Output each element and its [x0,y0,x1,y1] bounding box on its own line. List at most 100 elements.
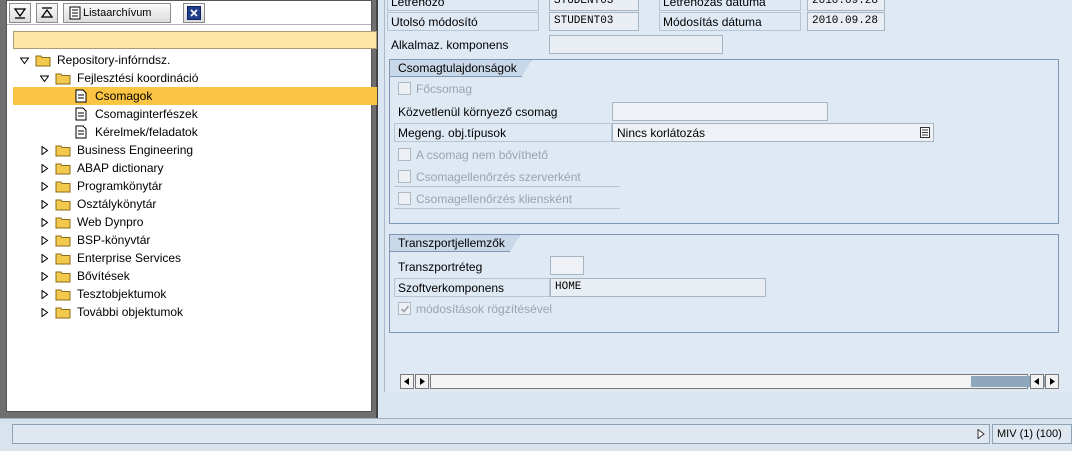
software-component-label: Szoftverkomponens [398,281,505,295]
expand-arrow-icon[interactable] [39,217,49,227]
folder-icon [55,217,71,228]
list-archive-icon [69,6,81,20]
tree-node-label: További objektumok [77,305,184,319]
tree-node-folder[interactable]: Tesztobjektumok [13,285,377,303]
play-arrow-icon[interactable] [977,429,985,439]
tree-node-folder[interactable]: Osztálykönytár [13,195,377,213]
tree-node-label: Repository-infórndsz. [57,53,171,67]
expand-arrow-icon[interactable] [39,271,49,281]
system-info-field[interactable]: MIV (1) (100) [992,424,1072,444]
expand-all-button[interactable] [9,3,31,23]
main-package-label: Főcsomag [416,82,473,96]
expand-arrow-icon[interactable] [39,289,49,299]
list-archive-label: Listaarchívum [83,7,152,19]
server-check-label: Csomagellenőrzés szerverként [416,170,581,184]
server-check-checkbox[interactable] [398,170,411,183]
client-check-checkbox[interactable] [398,192,411,205]
document-icon [75,125,87,139]
expand-icon [13,8,27,19]
changed-date-label: Módosítás dátuma [663,15,762,29]
tree-node-label: Programkönytár [77,179,163,193]
tree-node-label: Csomagok [95,89,153,103]
package-detail-panel: Létrehozó STUDENT03 Létrehozás dátuma 20… [384,0,1072,392]
not-extensible-label: A csomag nem bővíthető [416,148,549,162]
list-archive-button[interactable]: Listaarchívum [63,3,171,23]
horizontal-scrollbar[interactable] [400,374,1062,389]
surrounding-package-field[interactable] [612,102,828,121]
transport-properties-title: Transzportjellemzők [390,235,520,252]
tree-panel: Listaarchívum Repository-infórndsz. Fejl… [6,0,377,412]
document-icon [75,89,87,103]
expand-arrow-icon[interactable] [39,253,49,263]
creator-label: Létrehozó [391,0,445,9]
close-button[interactable] [183,3,205,23]
arrow-left-icon [404,378,409,385]
permitted-obj-types-dropdown[interactable]: Nincs korlátozás [612,123,934,142]
tree-node-package-interfaces[interactable]: Csomaginterfészek [13,105,377,123]
tree-node-folder[interactable]: Programkönytár [13,177,377,195]
tree-node-folder[interactable]: Bővítések [13,267,377,285]
expand-arrow-icon[interactable] [39,199,49,209]
tree-node-label: Fejlesztési koordináció [77,71,199,85]
close-icon [187,6,201,20]
created-date-label: Létrehozás dátuma [663,0,766,9]
expand-arrow-icon[interactable] [39,181,49,191]
value-help-icon[interactable] [920,127,930,138]
status-message-field [12,424,990,444]
status-bar: MIV (1) (100) [0,418,1072,451]
tree-node-root[interactable]: Repository-infórndsz. [13,51,377,69]
folder-icon [55,199,71,210]
tree-node-folder[interactable]: BSP-könyvtár [13,231,377,249]
tree-node-dev-coordination[interactable]: Fejlesztési koordináció [13,69,377,87]
scroll-track[interactable] [430,374,1056,389]
expand-arrow-icon[interactable] [39,163,49,173]
client-check-label: Csomagellenőrzés kliensként [416,192,573,206]
software-component-field[interactable]: HOME [550,278,766,297]
tree-node-label: Csomaginterfészek [95,107,198,121]
record-changes-checkbox[interactable] [398,302,411,315]
changed-date-field: 2010.09.28 [807,12,885,31]
record-changes-label: módosítások rögzítésével [416,302,553,316]
collapse-all-button[interactable] [36,3,58,23]
checkmark-icon [400,304,409,313]
main-package-checkbox[interactable] [398,82,411,95]
collapse-icon [40,7,54,18]
collapse-arrow-icon[interactable] [39,73,49,83]
tree-node-packages[interactable]: Csomagok [13,87,377,105]
tree-node-folder[interactable]: Business Engineering [13,141,377,159]
separator [394,208,620,209]
folder-icon [55,235,71,246]
tree-node-folder[interactable]: További objektumok [13,303,377,321]
tree-node-requests-tasks[interactable]: Kérelmek/feladatok [13,123,377,141]
arrow-right-icon [420,378,425,385]
collapse-arrow-icon[interactable] [19,55,29,65]
arrow-right-icon [1050,378,1055,385]
scroll-left-step-button[interactable] [1030,374,1044,389]
expand-arrow-icon[interactable] [39,235,49,245]
scroll-left-end-button[interactable] [400,374,414,389]
scroll-right-step-button[interactable] [415,374,429,389]
tree-node-label: Osztálykönytár [77,197,157,211]
folder-open-icon [55,73,71,84]
package-properties-group: Csomagtulajdonságok Főcsomag Közvetlenül… [389,59,1059,224]
tree-node-folder[interactable]: Enterprise Services [13,249,377,267]
scroll-right-end-button[interactable] [1045,374,1059,389]
last-changer-label: Utolsó módosító [391,15,478,29]
package-properties-title: Csomagtulajdonságok [390,60,532,77]
tree-node-folder[interactable]: ABAP dictionary [13,159,377,177]
surrounding-package-label: Közvetlenül környező csomag [398,105,558,119]
document-icon [75,107,87,121]
folder-icon [55,163,71,174]
arrow-left-icon [1034,378,1039,385]
tree-node-label: BSP-könyvtár [77,233,151,247]
separator [394,186,620,187]
transport-layer-field[interactable] [550,256,584,275]
tree-node-folder[interactable]: Web Dynpro [13,213,377,231]
expand-arrow-icon[interactable] [39,307,49,317]
expand-arrow-icon[interactable] [39,145,49,155]
tree-toolbar: Listaarchívum [7,1,371,25]
not-extensible-checkbox[interactable] [398,148,411,161]
creator-field: STUDENT03 [549,0,639,11]
transport-layer-label: Transzportréteg [398,260,483,274]
folder-open-icon [35,55,51,66]
